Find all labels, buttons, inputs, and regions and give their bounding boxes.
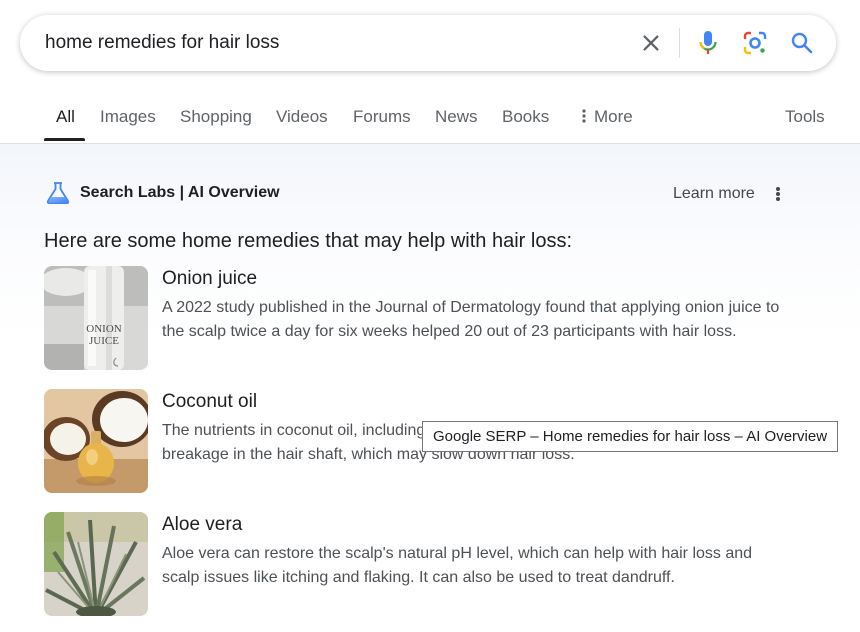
microphone-icon[interactable] — [694, 29, 722, 57]
tab-all[interactable]: All — [56, 107, 75, 127]
item-description: A 2022 study published in the Journal of… — [162, 299, 780, 340]
item-title: Onion juice — [162, 268, 258, 289]
search-divider — [679, 28, 680, 58]
more-vert-icon — [582, 109, 586, 123]
tab-forums[interactable]: Forums — [353, 107, 411, 127]
learn-more-link[interactable]: Learn more — [673, 185, 755, 203]
coconut-oil-thumbnail[interactable] — [44, 389, 148, 493]
active-tab-indicator — [44, 138, 85, 141]
tab-images[interactable]: Images — [100, 107, 156, 127]
item-title: Aloe vera — [162, 514, 243, 535]
tab-more[interactable]: More — [580, 107, 633, 127]
search-tabs: All Images Shopping Videos Forums News B… — [0, 100, 860, 144]
search-bar[interactable]: home remedies for hair loss — [20, 15, 836, 71]
overview-intro: Here are some home remedies that may hel… — [44, 230, 573, 252]
tab-shopping[interactable]: Shopping — [180, 107, 252, 127]
item-description: Aloe vera can restore the scalp's natura… — [162, 545, 753, 586]
flask-icon — [46, 182, 70, 209]
overview-more-icon[interactable] — [770, 184, 786, 204]
tooltip: Google SERP – Home remedies for hair los… — [422, 421, 839, 452]
tab-books[interactable]: Books — [502, 107, 549, 127]
tab-news[interactable]: News — [435, 107, 478, 127]
ai-overview-panel: Search Labs | AI Overview Learn more Her… — [0, 144, 860, 632]
item-title: Coconut oil — [162, 391, 258, 412]
lens-icon[interactable] — [741, 29, 769, 57]
search-icon[interactable] — [788, 29, 816, 57]
svg-text:ONION: ONION — [86, 323, 121, 335]
onion-juice-thumbnail[interactable]: ONION JUICE — [44, 266, 148, 370]
svg-text:JUICE: JUICE — [89, 335, 119, 347]
clear-icon[interactable] — [637, 29, 665, 57]
tools-button[interactable]: Tools — [785, 107, 825, 127]
ai-overview-header: Search Labs | AI Overview — [80, 184, 280, 201]
tab-more-label: More — [594, 107, 633, 126]
search-input[interactable]: home remedies for hair loss — [45, 32, 279, 54]
aloe-vera-thumbnail[interactable] — [44, 512, 148, 616]
tab-videos[interactable]: Videos — [276, 107, 328, 127]
